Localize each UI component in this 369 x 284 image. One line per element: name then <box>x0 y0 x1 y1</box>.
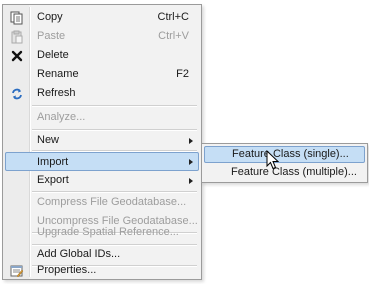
submenu-arrow-icon <box>189 138 193 144</box>
menu-item-label: Refresh <box>37 87 76 99</box>
menu-item-properties[interactable]: Properties... <box>5 261 199 280</box>
menu-item-new[interactable]: New <box>5 131 199 150</box>
menu-item-compress-file-geodatabase[interactable]: Compress File Geodatabase... <box>5 193 199 212</box>
delete-icon <box>9 48 24 63</box>
menu-item-label: Export <box>37 174 69 186</box>
menu-separator <box>32 105 197 107</box>
menu-item-label: Copy <box>37 11 63 23</box>
submenu-arrow-icon <box>189 159 193 165</box>
menu-item-label: New <box>37 134 60 146</box>
menu-item-analyze[interactable]: Analyze... <box>5 108 199 127</box>
import-submenu: Feature Class (single)... Feature Class … <box>201 143 368 183</box>
paste-icon <box>9 29 24 44</box>
menu-item-paste[interactable]: Paste Ctrl+V <box>5 27 199 46</box>
submenu-item-feature-class-multiple[interactable]: Feature Class (multiple)... <box>204 164 365 181</box>
menu-item-shortcut: Ctrl+C <box>157 11 189 23</box>
submenu-item-label: Feature Class (single)... <box>232 148 349 160</box>
refresh-icon <box>9 86 24 101</box>
submenu-item-label: Feature Class (multiple)... <box>231 166 357 178</box>
mouse-pointer-icon <box>266 150 279 170</box>
menu-item-copy[interactable]: Copy Ctrl+C <box>5 8 199 27</box>
menu-item-import[interactable]: Import <box>5 152 199 171</box>
menu-item-upgrade-spatial-reference[interactable]: Upgrade Spatial Reference... <box>5 223 199 242</box>
menu-item-label: Rename <box>37 68 79 80</box>
menu-item-shortcut: Ctrl+V <box>158 30 189 42</box>
menu-item-delete[interactable]: Delete <box>5 46 199 65</box>
submenu-arrow-icon <box>189 178 193 184</box>
menu-item-refresh[interactable]: Refresh <box>5 84 199 103</box>
menu-item-label: Import <box>37 156 69 168</box>
menu-item-label: Paste <box>37 30 66 42</box>
menu-item-label: Compress File Geodatabase... <box>37 196 187 208</box>
menu-item-label: Properties... <box>37 264 97 276</box>
copy-icon <box>9 10 24 25</box>
menu-item-label: Upgrade Spatial Reference... <box>37 226 179 238</box>
context-menu: Copy Ctrl+C Paste Ctrl+V Delete Rename F… <box>2 4 202 280</box>
properties-icon <box>9 263 24 278</box>
menu-item-label: Analyze... <box>37 111 86 123</box>
submenu-item-feature-class-single[interactable]: Feature Class (single)... <box>204 146 365 163</box>
menu-item-rename[interactable]: Rename F2 <box>5 65 199 84</box>
menu-item-label: Delete <box>37 49 69 61</box>
menu-item-export[interactable]: Export <box>5 171 199 190</box>
menu-item-shortcut: F2 <box>176 68 189 80</box>
